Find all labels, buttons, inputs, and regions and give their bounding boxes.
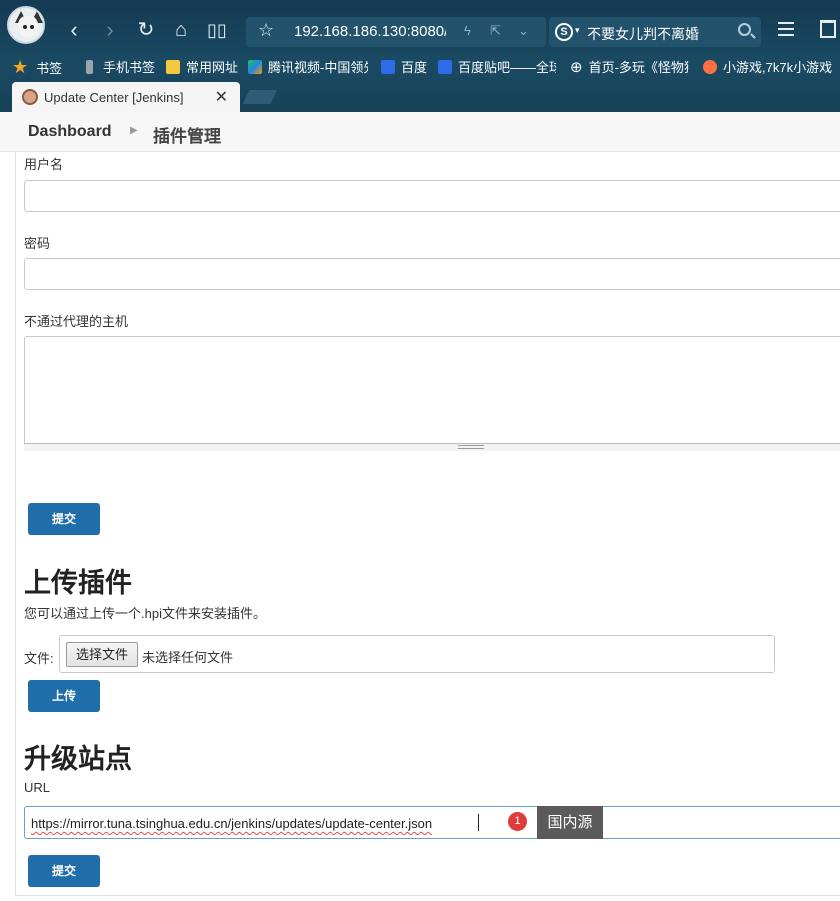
profile-avatar-icon[interactable] (7, 6, 45, 44)
bookmark-star-icon[interactable]: ☆ (258, 20, 274, 41)
home-icon[interactable]: ⌂ (169, 18, 193, 42)
tab-update-center[interactable]: Update Center [Jenkins] ✕ (12, 82, 240, 112)
bookmarks-bar: ★ 书签 手机书签 常用网址 腾讯视频-中国领先 百度 百度贴吧——全球 ⊕ 首… (0, 52, 840, 80)
username-input[interactable] (24, 180, 840, 212)
forward-icon[interactable]: › (98, 18, 122, 42)
breadcrumb-separator-icon: ▶ (130, 125, 138, 136)
update-site-submit-button[interactable]: 提交 (28, 855, 100, 887)
folder-icon (166, 59, 180, 74)
address-bar[interactable]: ☆ 192.168.186.130:8080/j ϟ ⇱ ⌄ (246, 17, 546, 47)
share-icon[interactable]: ⇱ (490, 23, 501, 39)
globe-icon: ⊕ (570, 58, 583, 76)
baidu-icon (381, 59, 395, 74)
tencent-video-icon (248, 59, 262, 74)
bookmark-item[interactable]: 手机书签 (86, 57, 155, 76)
address-text[interactable]: 192.168.186.130:8080/j (294, 23, 446, 40)
back-icon[interactable]: ‹ (62, 18, 86, 42)
proxy-submit-button[interactable]: 提交 (28, 503, 100, 535)
bookmark-item[interactable]: 百度 (381, 57, 427, 76)
bookmark-item[interactable]: 小游戏,7k7k小游戏 (703, 57, 840, 76)
bookmark-item[interactable]: ⊕ 首页-多玩《怪物猎 (570, 57, 689, 76)
lightning-icon[interactable]: ϟ (464, 23, 471, 38)
upload-button[interactable]: 上传 (28, 680, 100, 712)
reader-icon[interactable]: ▯▯ (205, 18, 229, 42)
no-proxy-hosts-label: 不通过代理的主机 (24, 314, 129, 329)
tieba-icon (438, 59, 452, 74)
textarea-resize-handle[interactable] (24, 443, 840, 451)
tab-strip: Update Center [Jenkins] ✕ (0, 82, 840, 112)
bookmark-item[interactable]: ★ 书签 (12, 57, 62, 78)
choose-file-button[interactable]: 选择文件 (66, 642, 138, 667)
bookmark-item[interactable]: 常用网址 (166, 57, 238, 76)
search-engine-icon[interactable]: S (555, 23, 573, 41)
update-site-heading: 升级站点 (24, 744, 132, 774)
star-icon: ★ (12, 57, 29, 77)
no-proxy-hosts-textarea[interactable] (24, 336, 840, 446)
file-label: 文件: (24, 651, 54, 666)
new-tab-button[interactable] (242, 90, 278, 104)
phone-icon (86, 59, 93, 74)
text-cursor (478, 814, 479, 831)
trash-icon[interactable] (820, 20, 836, 38)
breadcrumb-dashboard[interactable]: Dashboard (28, 123, 112, 141)
close-tab-icon[interactable]: ✕ (215, 87, 228, 107)
breadcrumb-plugin-manager[interactable]: 插件管理 (153, 122, 221, 147)
bookmark-item[interactable]: 百度贴吧——全球 (438, 57, 556, 76)
upload-description: 您可以通过上传一个.hpi文件来安装插件。 (24, 606, 266, 621)
username-label: 用户名 (24, 157, 64, 172)
reload-icon[interactable]: ↻ (134, 18, 158, 42)
url-label: URL (24, 780, 51, 795)
engine-caret-icon[interactable]: ▾ (575, 25, 580, 36)
password-label: 密码 (24, 236, 51, 251)
file-status-text: 未选择任何文件 (142, 650, 234, 665)
jenkins-favicon-icon (22, 89, 38, 105)
browser-chrome: ‹ › ↻ ⌂ ▯▯ ☆ 192.168.186.130:8080/j ϟ ⇱ … (0, 0, 840, 112)
search-icon[interactable] (738, 23, 751, 36)
password-input[interactable] (24, 258, 840, 290)
game-icon (703, 59, 717, 74)
search-bar[interactable]: S ▾ 不要女儿判不离婚 (549, 17, 761, 47)
upload-plugin-heading: 上传插件 (24, 568, 132, 598)
update-site-url-value[interactable]: https://mirror.tuna.tsinghua.edu.cn/jenk… (31, 816, 432, 831)
annotation-tooltip: 国内源 (537, 806, 603, 839)
bookmark-item[interactable]: 腾讯视频-中国领先 (248, 57, 368, 76)
menu-icon[interactable] (778, 22, 794, 36)
annotation-badge: 1 (508, 812, 527, 831)
chevron-down-icon[interactable]: ⌄ (518, 23, 529, 39)
search-input[interactable]: 不要女儿判不离婚 (587, 24, 699, 44)
breadcrumb: Dashboard ▶ 插件管理 (0, 112, 840, 152)
